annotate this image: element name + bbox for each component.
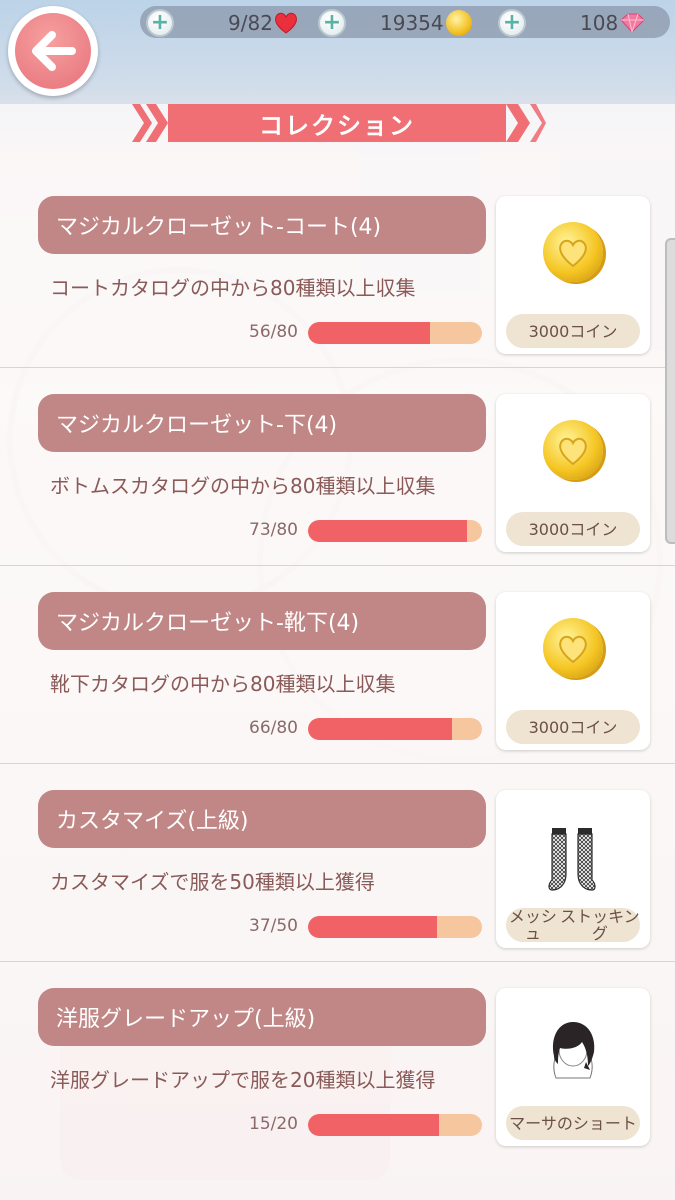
item-count: 15/20 (249, 1114, 298, 1134)
hair-icon (552, 1022, 595, 1079)
progress-bar (308, 916, 482, 938)
diamond-value: 108 (580, 11, 619, 35)
progress-fill (308, 916, 437, 938)
progress-fill (308, 322, 430, 344)
diamond-resource: + 108 (498, 6, 646, 40)
progress-fill (308, 718, 452, 740)
scrollbar[interactable] (665, 238, 675, 544)
progress-fill (308, 520, 467, 542)
coin-icon (543, 618, 603, 678)
item-title: マジカルクローゼット-コート(4) (38, 196, 486, 254)
item-count: 66/80 (249, 718, 298, 738)
item-title: マジカルクローゼット-下(4) (38, 394, 486, 452)
stamina-resource: + 9/82 (146, 6, 299, 40)
heart-icon (275, 12, 297, 34)
reward-card[interactable]: マーサの ショート (496, 988, 650, 1146)
list-item[interactable]: 洋服グレードアップ(上級) 洋服グレードアップで服を20種類以上獲得 15/20… (0, 962, 675, 1160)
back-button[interactable] (8, 6, 98, 96)
reward-card[interactable]: 3000コイン (496, 592, 650, 750)
coin-resource: + 19354 (318, 6, 472, 40)
progress-fill (308, 1114, 439, 1136)
progress-bar (308, 322, 482, 344)
reward-label: マーサの ショート (506, 1106, 640, 1140)
reward-label-line2: ショート (572, 1113, 637, 1133)
reward-label: メッシュ ストッキング (506, 908, 640, 942)
item-description: カスタマイズで服を50種類以上獲得 (50, 870, 375, 894)
reward-label: 3000コイン (506, 512, 640, 546)
progress-bar (308, 520, 482, 542)
item-title: カスタマイズ(上級) (38, 790, 486, 848)
item-title: 洋服グレードアップ(上級) (38, 988, 486, 1046)
item-count: 37/50 (249, 916, 298, 936)
list-item[interactable]: マジカルクローゼット-下(4) ボトムスカタログの中から80種類以上収集 73/… (0, 368, 675, 566)
reward-label-line2: ストッキング (560, 907, 640, 943)
reward-card[interactable]: 3000コイン (496, 196, 650, 354)
arrow-left-icon (32, 31, 76, 71)
diamond-icon (620, 13, 645, 33)
coin-icon (543, 222, 603, 282)
stamina-value: 9/82 (228, 11, 273, 35)
reward-label: 3000コイン (506, 314, 640, 348)
item-title: マジカルクローゼット-靴下(4) (38, 592, 486, 650)
stocking-icon (548, 828, 596, 891)
page-title: コレクション (168, 104, 506, 142)
item-count: 56/80 (249, 322, 298, 342)
item-description: ボトムスカタログの中から80種類以上収集 (50, 474, 436, 498)
add-stamina-button[interactable]: + (146, 9, 174, 37)
progress-bar (308, 718, 482, 740)
coin-icon (445, 10, 472, 36)
reward-label-line1: メッシュ (508, 907, 557, 943)
reward-label: 3000コイン (506, 710, 640, 744)
ribbon-left-chevrons (132, 104, 168, 142)
item-description: 洋服グレードアップで服を20種類以上獲得 (50, 1068, 436, 1092)
title-ribbon: コレクション (128, 104, 546, 142)
reward-card[interactable]: メッシュ ストッキング (496, 790, 650, 948)
item-count: 73/80 (249, 520, 298, 540)
list-item[interactable]: マジカルクローゼット-コート(4) コートカタログの中から80種類以上収集 56… (0, 170, 675, 368)
list-item[interactable]: カスタマイズ(上級) カスタマイズで服を50種類以上獲得 37/50 メッシュス… (0, 764, 675, 962)
item-description: 靴下カタログの中から80種類以上収集 (50, 672, 396, 696)
ribbon-right-chevrons (506, 104, 546, 142)
progress-bar (308, 1114, 482, 1136)
add-coins-button[interactable]: + (318, 9, 346, 37)
list-item[interactable]: マジカルクローゼット-靴下(4) 靴下カタログの中から80種類以上収集 66/8… (0, 566, 675, 764)
coin-icon (543, 420, 603, 480)
item-description: コートカタログの中から80種類以上収集 (50, 276, 416, 300)
reward-label-line1: マーサの (509, 1113, 573, 1133)
coin-value: 19354 (380, 11, 444, 35)
add-diamonds-button[interactable]: + (498, 9, 526, 37)
reward-card[interactable]: 3000コイン (496, 394, 650, 552)
